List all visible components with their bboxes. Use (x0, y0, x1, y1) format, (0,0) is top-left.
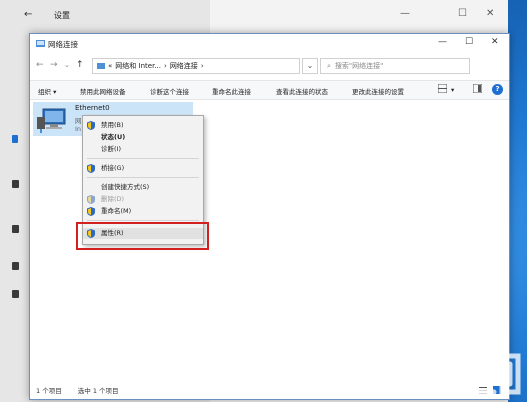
menu-item-bridge[interactable]: 桥接(G) (83, 163, 203, 174)
organize-button[interactable]: 组织 ▾ (38, 86, 56, 96)
disable-device-button[interactable]: 禁用此网络设备 (80, 86, 126, 96)
recent-chevron-down-icon[interactable]: ⌄ (64, 61, 70, 69)
menu-label: 状态(U) (101, 133, 126, 141)
breadcrumb-separator[interactable]: › (201, 62, 204, 70)
network-adapter-icon (37, 107, 69, 135)
network-folder-icon (97, 63, 105, 69)
search-placeholder: 搜索"网络连接" (334, 62, 384, 70)
address-box[interactable]: « 网络和 Inter... › 网络连接 › (92, 58, 300, 74)
close-icon[interactable]: ✕ (491, 37, 499, 47)
back-arrow-icon[interactable]: ← (24, 9, 32, 20)
rename-button[interactable]: 重命名此连接 (212, 86, 251, 96)
shield-icon (87, 164, 95, 177)
nav-indicator-icon (12, 135, 18, 143)
view-chevron-down-icon[interactable]: ▾ (451, 86, 454, 94)
menu-separator (87, 158, 199, 159)
help-icon[interactable]: ? (492, 84, 503, 95)
menu-item-status[interactable]: 状态(U) (83, 132, 203, 143)
adapter-device-text: In (75, 125, 82, 133)
adapter-status-text: 网 (75, 117, 82, 125)
preview-pane-icon[interactable] (472, 83, 483, 95)
vpn-nav-icon[interactable] (12, 225, 19, 233)
dropdown-chevron-down-icon[interactable]: ⌄ (302, 58, 318, 74)
adapter-name: Ethernet0 (75, 104, 110, 112)
change-settings-button[interactable]: 更改此连接的设置 (352, 86, 404, 96)
diagnose-button[interactable]: 诊断这个连接 (150, 86, 189, 96)
forward-icon[interactable]: → (50, 60, 58, 70)
shield-icon (87, 207, 95, 220)
breadcrumb-separator[interactable]: › (164, 62, 167, 70)
menu-separator (87, 220, 199, 221)
minimize-icon[interactable]: — (400, 8, 410, 19)
menu-label: 禁用(B) (101, 121, 124, 129)
breadcrumb-network-connections[interactable]: 网络连接 (170, 61, 198, 71)
address-overflow[interactable]: « (108, 62, 112, 70)
menu-item-create-shortcut[interactable]: 创建快捷方式(S) (83, 182, 203, 193)
menu-label: 诊断(I) (101, 145, 121, 153)
window-titlebar: 网络连接 — ☐ ✕ (30, 34, 509, 52)
airplane-nav-icon[interactable] (12, 262, 19, 270)
window-title: 网络连接 (48, 40, 78, 49)
status-bar: 1 个项目 选中 1 个项目 (36, 385, 133, 395)
menu-item-delete: 删除(D) (83, 194, 203, 205)
search-input[interactable]: ⌕ 搜索"网络连接" (320, 58, 470, 74)
view-options-icon[interactable] (437, 83, 448, 95)
breadcrumb-network-internet[interactable]: 网络和 Inter... (115, 61, 161, 71)
ethernet-nav-icon[interactable] (12, 180, 19, 188)
close-icon[interactable]: ✕ (486, 8, 494, 19)
menu-item-diagnose[interactable]: 诊断(I) (83, 144, 203, 155)
menu-label: 删除(D) (101, 195, 125, 203)
command-bar: 组织 ▾ 禁用此网络设备 诊断这个连接 重命名此连接 查看此连接的状态 更改此连… (30, 80, 509, 100)
menu-separator (87, 177, 199, 178)
item-count: 1 个项目 (36, 387, 62, 395)
menu-label: 创建快捷方式(S) (101, 183, 150, 191)
address-bar-row: ← → ⌄ ↑ « 网络和 Inter... › 网络连接 › ⌕ 搜索"网络连… (30, 54, 509, 78)
back-icon[interactable]: ← (36, 60, 44, 70)
proxy-nav-icon[interactable] (12, 290, 19, 298)
menu-label: 重命名(M) (101, 207, 132, 215)
menu-item-disable[interactable]: 禁用(B) (83, 120, 203, 131)
network-folder-icon (36, 39, 45, 50)
maximize-icon[interactable]: ☐ (458, 8, 467, 19)
settings-title: 设置 (54, 11, 70, 20)
settings-titlebar: ← 设置 — ☐ ✕ (0, 0, 508, 30)
view-status-button[interactable]: 查看此连接的状态 (276, 86, 328, 96)
up-icon[interactable]: ↑ (76, 60, 84, 70)
menu-label: 桥接(G) (101, 164, 125, 172)
selected-count: 选中 1 个项目 (77, 387, 119, 395)
minimize-icon[interactable]: — (438, 37, 447, 47)
search-icon: ⌕ (327, 61, 331, 70)
menu-item-rename[interactable]: 重命名(M) (83, 206, 203, 217)
watermark-logo (395, 353, 521, 395)
maximize-icon[interactable]: ☐ (465, 37, 473, 47)
highlight-annotation-box (76, 222, 209, 250)
